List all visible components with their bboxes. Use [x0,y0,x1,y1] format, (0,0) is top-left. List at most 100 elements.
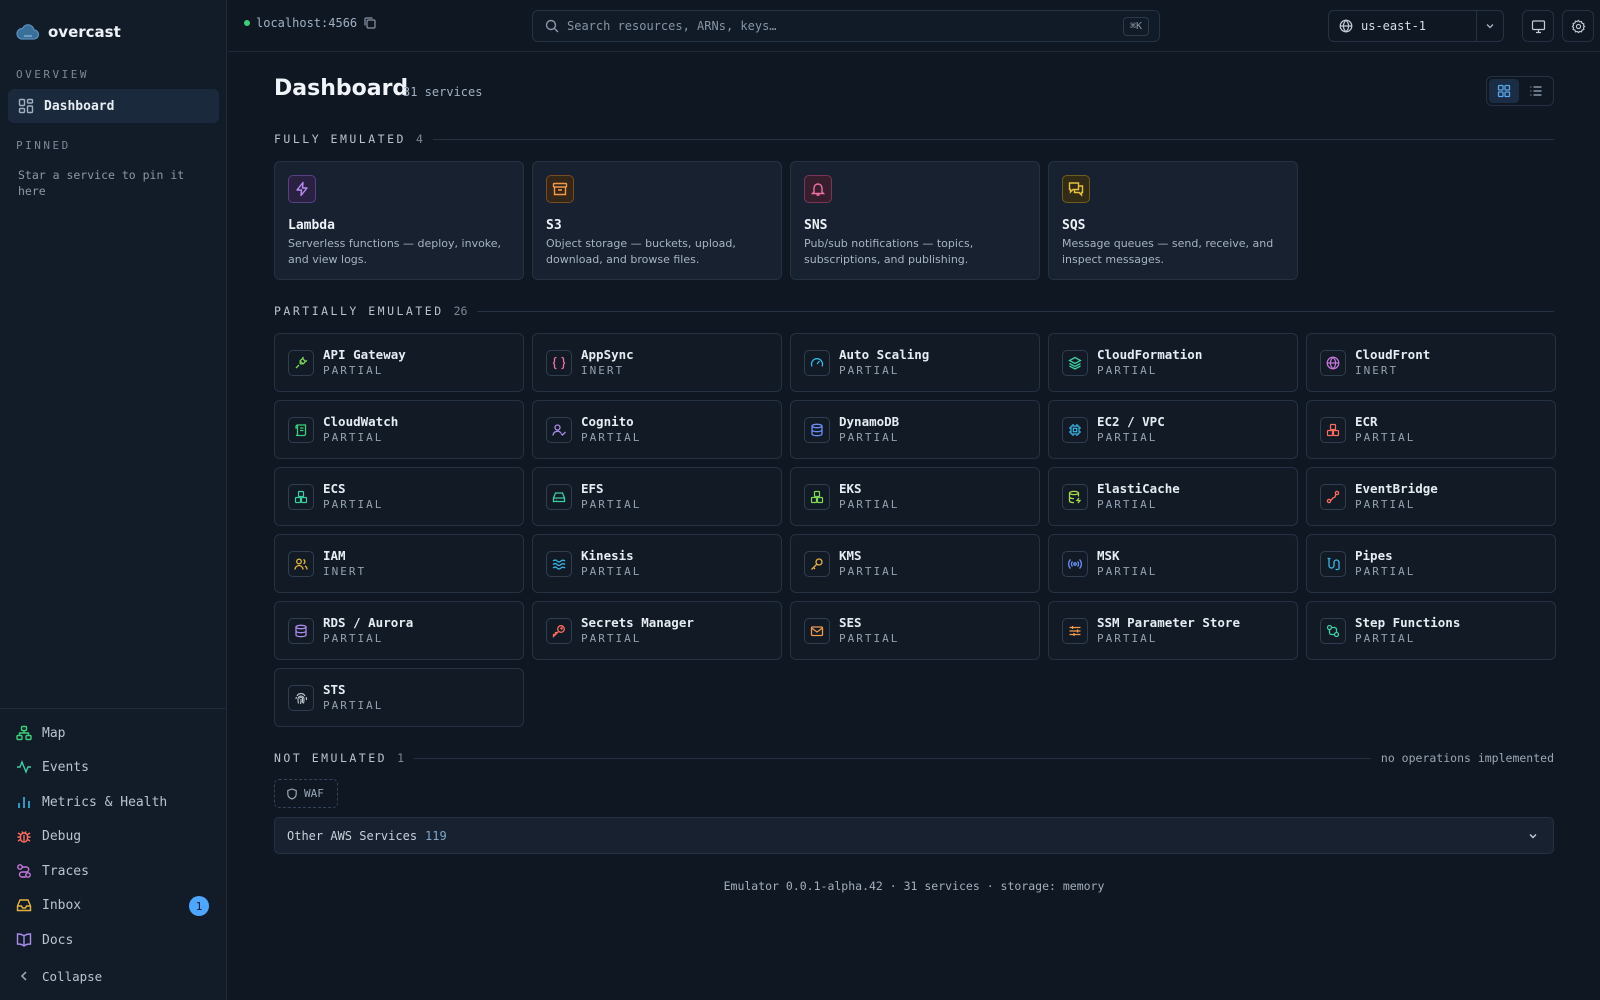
settings-button[interactable] [1562,10,1594,42]
sidebar-item-events[interactable]: Events [16,755,89,779]
service-name: ECR [1355,414,1378,429]
service-card-eventbridge[interactable]: EventBridge PARTIAL [1306,467,1556,526]
service-card-ec2-vpc[interactable]: EC2 / VPC PARTIAL [1048,400,1298,459]
service-card-pipes[interactable]: Pipes PARTIAL [1306,534,1556,593]
service-name: CloudFront [1355,347,1431,362]
display-button[interactable] [1522,10,1554,42]
service-status: PARTIAL [839,632,900,645]
service-name: WAF [304,787,324,800]
service-card-sts[interactable]: STS PARTIAL [274,668,524,727]
gear-icon [1571,19,1586,34]
service-status: PARTIAL [1097,364,1158,377]
list-icon [1529,84,1543,98]
region-selector[interactable]: us-east-1 [1328,10,1504,42]
service-card-ecr[interactable]: ECR PARTIAL [1306,400,1556,459]
service-name: DynamoDB [839,414,900,429]
service-card-s3[interactable]: S3 Object storage — buckets, upload, dow… [532,161,782,280]
chevron-down-icon [1527,830,1539,842]
service-name: IAM [323,548,346,563]
service-name: KMS [839,548,862,563]
service-card-msk[interactable]: MSK PARTIAL [1048,534,1298,593]
service-card-kinesis[interactable]: Kinesis PARTIAL [532,534,782,593]
service-card-cloudformation[interactable]: CloudFormation PARTIAL [1048,333,1298,392]
service-card-sqs[interactable]: SQS Message queues — send, receive, and … [1048,161,1298,280]
service-card-iam[interactable]: IAM INERT [274,534,524,593]
inbox-count-badge: 1 [189,896,209,916]
search-bar[interactable]: ⌘K [532,10,1160,42]
scroll-icon [288,417,314,443]
service-name: CloudWatch [323,414,399,429]
service-card-lambda[interactable]: Lambda Serverless functions — deploy, in… [274,161,524,280]
messages-icon [1062,175,1090,203]
service-card-api-gateway[interactable]: API Gateway PARTIAL [274,333,524,392]
grid-view-button[interactable] [1489,79,1519,103]
service-card-ses[interactable]: SES PARTIAL [790,601,1040,660]
service-status: PARTIAL [839,364,900,377]
sidebar-item-label: Metrics & Health [42,794,168,810]
sidebar-item-label: Traces [42,863,89,879]
region-value[interactable]: us-east-1 [1329,11,1477,41]
service-card-cognito[interactable]: Cognito PARTIAL [532,400,782,459]
sidebar-item-inbox[interactable]: Inbox [16,893,81,917]
service-name: Step Functions [1355,615,1461,630]
other-services-count: 119 [425,828,447,843]
service-card-dynamodb[interactable]: DynamoDB PARTIAL [790,400,1040,459]
service-card-ecs[interactable]: ECS PARTIAL [274,467,524,526]
region-dropdown-button[interactable] [1477,11,1503,41]
users-icon [288,551,314,577]
collapse-label: Collapse [42,968,103,984]
section-title: PARTIALLY EMULATED [274,304,444,318]
bar-chart-icon [16,794,32,810]
section-partially-emulated: PARTIALLY EMULATED 26 [274,303,1554,319]
service-card-appsync[interactable]: AppSync INERT [532,333,782,392]
service-card-kms[interactable]: KMS PARTIAL [790,534,1040,593]
sidebar-item-metrics-health[interactable]: Metrics & Health [16,790,167,814]
pinned-label: PINNED [16,139,71,152]
brand[interactable]: overcast [16,20,121,44]
sidebar-item-dashboard[interactable]: Dashboard [8,89,219,123]
service-status: PARTIAL [323,498,384,511]
cpu-icon [1062,417,1088,443]
service-card-sns[interactable]: SNS Pub/sub notifications — topics, subs… [790,161,1040,280]
chevron-down-icon [1484,20,1496,32]
sidebar-item-label: Docs [42,932,74,948]
service-chip-waf[interactable]: WAF [274,779,338,808]
sidebar-item-map[interactable]: Map [16,721,65,745]
monitor-icon [1531,19,1546,34]
service-card-elasticache[interactable]: ElastiCache PARTIAL [1048,467,1298,526]
service-name: AppSync [581,347,634,362]
database-icon [288,618,314,644]
search-input[interactable] [567,19,1107,33]
service-name: STS [323,682,346,697]
service-status: PARTIAL [839,431,900,444]
service-card-auto-scaling[interactable]: Auto Scaling PARTIAL [790,333,1040,392]
copy-icon[interactable] [363,16,377,30]
layers-icon [1062,350,1088,376]
service-status: PARTIAL [1097,431,1158,444]
region-label: us-east-1 [1361,19,1427,33]
service-description: Serverless functions — deploy, invoke, a… [288,237,502,266]
activity-icon [16,759,32,775]
service-card-cloudfront[interactable]: CloudFront INERT [1306,333,1556,392]
service-card-step-functions[interactable]: Step Functions PARTIAL [1306,601,1556,660]
list-view-button[interactable] [1521,79,1551,103]
sidebar-item-traces[interactable]: Traces [16,859,89,883]
service-card-rds-aurora[interactable]: RDS / Aurora PARTIAL [274,601,524,660]
sidebar-item-debug[interactable]: Debug [16,824,81,848]
braces-icon [546,350,572,376]
service-card-efs[interactable]: EFS PARTIAL [532,467,782,526]
other-services-accordion[interactable]: Other AWS Services 119 [274,817,1554,854]
topbar: localhost:4566 ⌘K us-east-1 [228,0,1600,52]
sidebar-item-docs[interactable]: Docs [16,928,73,952]
service-card-cloudwatch[interactable]: CloudWatch PARTIAL [274,400,524,459]
collapse-button[interactable]: Collapse [16,964,102,988]
archive-icon [546,175,574,203]
cloud-logo-icon [16,23,40,41]
service-description: Object storage — buckets, upload, downlo… [546,237,736,266]
service-status: PARTIAL [323,699,384,712]
service-card-ssm-parameter-store[interactable]: SSM Parameter Store PARTIAL [1048,601,1298,660]
service-name: Kinesis [581,548,634,563]
service-card-secrets-manager[interactable]: Secrets Manager PARTIAL [532,601,782,660]
service-card-eks[interactable]: EKS PARTIAL [790,467,1040,526]
service-status: PARTIAL [1097,565,1158,578]
